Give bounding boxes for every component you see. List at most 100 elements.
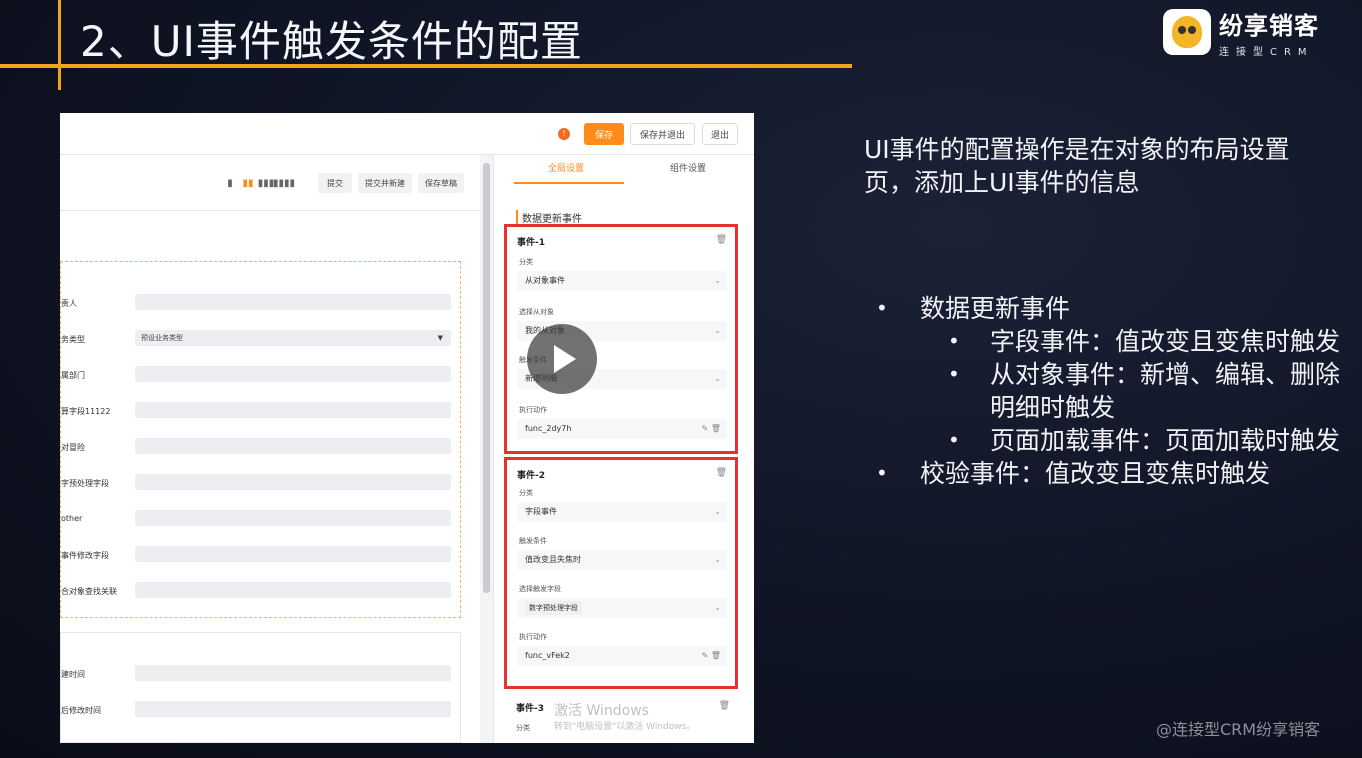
one-column-icon[interactable]: ▮: [222, 175, 238, 191]
action-value: func_vFek2: [525, 651, 570, 660]
submit-new-button[interactable]: 提交并新建: [358, 173, 412, 193]
active-tab-indicator: [514, 182, 624, 184]
event-title: 事件-1: [517, 238, 545, 248]
action-value: func_2dy7h: [525, 424, 572, 433]
field-label: 务类型: [61, 335, 85, 344]
chevron-down-icon: ⌄: [714, 507, 721, 516]
category-label: 分类: [519, 258, 533, 266]
chevron-down-icon: ⌄: [714, 326, 721, 335]
two-column-icon[interactable]: ▮▮: [240, 175, 256, 191]
field-label: 对冒险: [61, 443, 85, 452]
logo-name: 纷享销客: [1219, 12, 1319, 40]
settings-panel: 全局设置 组件设置 数据更新事件 事件-1 🗑 分类 从对象事件 ⌄ 选择从对象 …: [493, 155, 754, 743]
trigger-label: 触发条件: [519, 537, 547, 545]
field-tag[interactable]: 数字预处理字段: [525, 601, 582, 615]
action-field[interactable]: func_vFek2 ✎ 🗑: [517, 646, 727, 666]
field-section: 责人 务类型 预设业务类型 ▼ 属部门 算字段11122 对冒险 字预处理字段 o…: [60, 261, 461, 618]
trigger-select[interactable]: 值改变且失焦时 ⌄: [517, 550, 727, 570]
field-input[interactable]: [135, 665, 451, 681]
select-value: 预设业务类型: [141, 334, 183, 342]
select-value: 值改变且失焦时: [525, 555, 581, 564]
edit-delete-icons[interactable]: ✎ 🗑: [702, 646, 721, 666]
action-label: 执行动作: [519, 406, 547, 414]
delete-icon[interactable]: 🗑: [719, 701, 730, 711]
windows-activation-hint: 转到"电脑设置"以激活 Windows。: [554, 722, 696, 732]
action-field[interactable]: func_2dy7h ✎ 🗑: [517, 419, 727, 439]
field-label: 字预处理字段: [61, 479, 109, 488]
event-title: 事件-2: [517, 471, 545, 481]
select-value: 从对象事件: [525, 276, 565, 285]
field-input[interactable]: [135, 438, 451, 454]
play-button[interactable]: [527, 324, 597, 394]
chevron-down-icon: ⌄: [714, 374, 721, 383]
warning-icon[interactable]: !: [558, 128, 570, 140]
canvas-scrollbar[interactable]: [483, 163, 490, 593]
windows-activation-watermark: 激活 Windows: [554, 703, 649, 719]
field-input[interactable]: [135, 582, 451, 598]
slide-title: 2、UI事件触发条件的配置: [80, 17, 583, 66]
field-label: 后修改时间: [61, 706, 101, 715]
event-card-2: 事件-2 🗑 分类 字段事件 ⌄ 触发条件 值改变且失焦时 ⌄ 选择触发字段 数字预…: [504, 457, 738, 689]
field-input[interactable]: [135, 294, 451, 310]
field-input[interactable]: [135, 366, 451, 382]
bullet-list: 数据更新事件 字段事件：值改变且变焦时触发 从对象事件：新增、编辑、删除明细时触…: [876, 292, 1346, 490]
select-value: 字段事件: [525, 507, 557, 516]
delete-icon[interactable]: 🗑: [716, 235, 727, 245]
field-input[interactable]: [135, 510, 451, 526]
field-input[interactable]: [135, 402, 451, 418]
submit-button[interactable]: 提交: [318, 173, 352, 193]
three-column-icon[interactable]: ▮▮▮: [258, 175, 275, 191]
field-label: 事件修改字段: [61, 551, 109, 560]
child-object-label: 选择从对象: [519, 308, 554, 316]
four-column-icon[interactable]: ▮▮▮▮: [273, 175, 295, 191]
trigger-field-select[interactable]: 数字预处理字段 ⌄: [517, 598, 727, 618]
brand-logo: 纷享销客 连接型CRM: [1163, 6, 1319, 58]
bullet-subitem: 页面加载事件：页面加载时触发: [876, 424, 1346, 457]
exit-button[interactable]: 退出: [702, 123, 738, 145]
tab-component-settings[interactable]: 组件设置: [670, 161, 706, 174]
category-label: 分类: [516, 724, 530, 732]
save-draft-button[interactable]: 保存草稿: [418, 173, 464, 193]
field-input[interactable]: [135, 474, 451, 490]
save-button[interactable]: 保存: [584, 123, 624, 145]
field-label: 属部门: [61, 371, 85, 380]
credit-watermark: @连接型CRM纷享销客: [1156, 720, 1321, 739]
play-icon: [554, 345, 576, 373]
logo-mascot-icon: [1163, 9, 1211, 55]
logo-subtitle: 连接型CRM: [1219, 47, 1314, 58]
field-label: 算字段11122: [61, 407, 111, 416]
canvas-toolbar: ▮ ▮▮ ▮▮▮ ▮▮▮▮ 提交 提交并新建 保存草稿: [60, 155, 480, 211]
screenshot-topbar: ! 保存 保存并退出 退出: [60, 113, 754, 155]
category-select[interactable]: 字段事件 ⌄: [517, 502, 727, 522]
title-accent-bar: [58, 0, 61, 90]
title-underline: [0, 64, 852, 68]
field-input[interactable]: [135, 546, 451, 562]
field-label: 合对象查找关联: [61, 587, 117, 596]
description-text: UI事件的配置操作是在对象的布局设置页，添加上UI事件的信息: [864, 135, 1290, 197]
category-select[interactable]: 从对象事件 ⌄: [517, 271, 727, 291]
action-label: 执行动作: [519, 633, 547, 641]
bullet-subitem: 字段事件：值改变且变焦时触发: [876, 325, 1346, 358]
layout-settings-screenshot: ! 保存 保存并退出 退出 ▮ ▮▮ ▮▮▮ ▮▮▮▮ 提交 提交并新建 保存草…: [60, 113, 754, 743]
event-title: 事件-3: [516, 704, 544, 714]
chevron-down-icon: ⌄: [714, 555, 721, 564]
chevron-down-icon: ⌄: [714, 276, 721, 285]
bullet-subitem: 从对象事件：新增、编辑、删除明细时触发: [876, 358, 1346, 424]
column-layout-switcher: ▮ ▮▮ ▮▮▮ ▮▮▮▮: [222, 175, 295, 191]
category-label: 分类: [519, 489, 533, 497]
chevron-down-icon: ⌄: [714, 603, 721, 612]
trigger-field-label: 选择触发字段: [519, 585, 561, 593]
field-input[interactable]: [135, 701, 451, 717]
delete-icon[interactable]: 🗑: [716, 468, 727, 478]
edit-delete-icons[interactable]: ✎ 🗑: [702, 419, 721, 439]
layout-canvas: ▮ ▮▮ ▮▮▮ ▮▮▮▮ 提交 提交并新建 保存草稿 责人 务类型 预设业务类…: [60, 155, 480, 743]
save-exit-button[interactable]: 保存并退出: [630, 123, 695, 145]
system-field-section: 建时间 后修改时间: [60, 632, 461, 743]
bullet-item: 数据更新事件: [876, 292, 1346, 325]
field-label: other: [61, 514, 83, 523]
business-type-select[interactable]: 预设业务类型 ▼: [135, 330, 451, 346]
tab-global-settings[interactable]: 全局设置: [548, 161, 584, 174]
field-label: 建时间: [61, 670, 85, 679]
field-label: 责人: [61, 299, 77, 308]
bullet-item: 校验事件：值改变且变焦时触发: [876, 457, 1346, 490]
